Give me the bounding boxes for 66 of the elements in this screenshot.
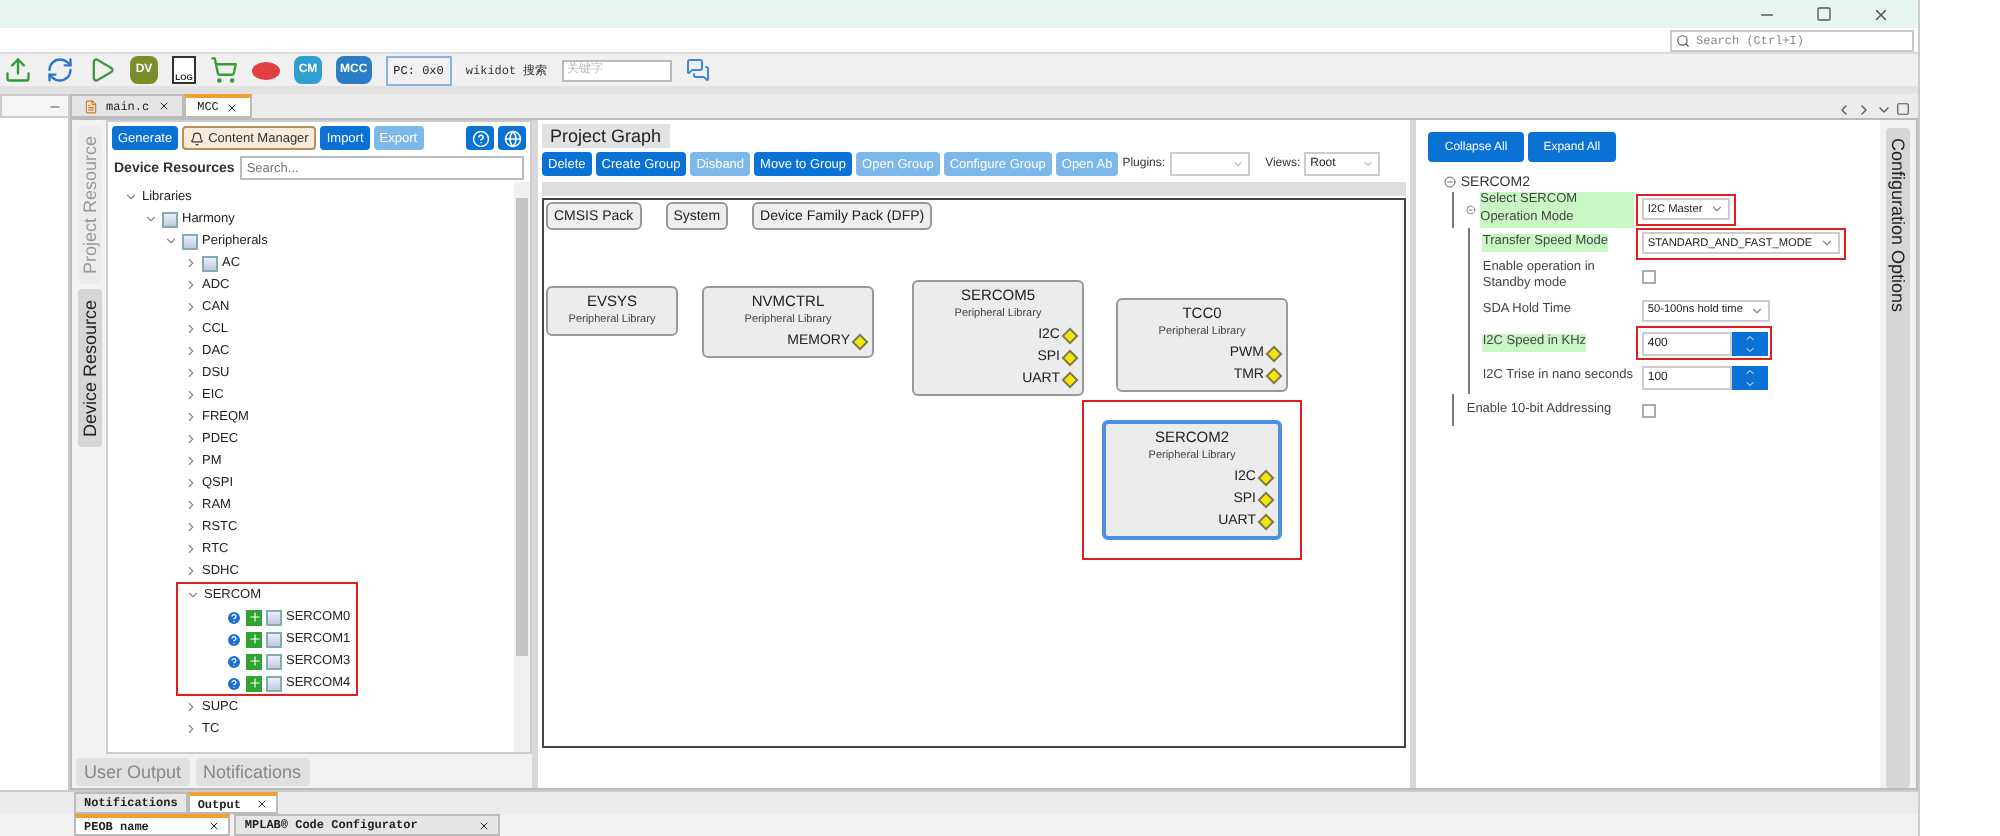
expanded-icon[interactable]: [186, 588, 200, 602]
expanded-icon[interactable]: [124, 190, 138, 204]
close-icon: [1872, 5, 1890, 23]
scroll-left-icon: [1836, 102, 1852, 118]
add-icon[interactable]: [246, 609, 262, 625]
collapsed-icon[interactable]: [184, 300, 198, 314]
help-button[interactable]: [466, 126, 494, 150]
collapse-icon[interactable]: [1466, 203, 1477, 216]
collapsed-icon[interactable]: [184, 542, 198, 556]
close-icon[interactable]: [226, 101, 239, 113]
collapsed-icon[interactable]: [184, 388, 198, 402]
collapsed-icon[interactable]: [184, 322, 198, 336]
close-icon[interactable]: [157, 100, 170, 112]
checkbox[interactable]: [1641, 403, 1656, 418]
scrollbar[interactable]: [542, 182, 1407, 196]
collapsed-icon[interactable]: [184, 410, 198, 424]
collapsed-icon[interactable]: [184, 564, 198, 578]
collapse-icon[interactable]: [1444, 176, 1457, 188]
add-icon[interactable]: [246, 631, 262, 647]
caret-icon: [1710, 202, 1725, 217]
port-icon[interactable]: [851, 332, 869, 350]
caret-icon: [1750, 303, 1765, 318]
upload-icon[interactable]: [4, 56, 32, 84]
globe-button[interactable]: [498, 126, 526, 150]
search-icon: [1676, 33, 1690, 47]
collapsed-icon[interactable]: [184, 256, 198, 270]
help-icon[interactable]: [226, 653, 242, 669]
panel-title[interactable]: Project Graph: [542, 124, 670, 148]
collapsed-icon[interactable]: [184, 344, 198, 358]
collapsed-icon[interactable]: [184, 722, 198, 736]
help-icon[interactable]: [226, 631, 242, 647]
expanded-icon[interactable]: [144, 212, 158, 226]
maximize-icon: [1896, 102, 1910, 116]
caret-icon: [1820, 236, 1835, 251]
maximize-icon: [1816, 6, 1832, 22]
checkbox[interactable]: [1641, 269, 1656, 284]
side-tab[interactable]: Configuration Options: [1886, 128, 1911, 788]
caret-icon: [1231, 158, 1244, 170]
file-icon: [84, 99, 98, 113]
collapsed-icon[interactable]: [184, 366, 198, 380]
cart-icon[interactable]: [210, 56, 238, 84]
refresh-icon[interactable]: [46, 56, 74, 84]
collapsed-icon[interactable]: [184, 700, 198, 714]
collapsed-icon[interactable]: [184, 476, 198, 490]
help-icon[interactable]: [226, 609, 242, 625]
close-icon[interactable]: [256, 798, 269, 810]
close-icon[interactable]: [208, 820, 221, 832]
chat-icon[interactable]: [685, 58, 710, 82]
dropdown-icon: [1876, 102, 1892, 118]
collapsed-icon[interactable]: [184, 454, 198, 468]
play-icon[interactable]: [88, 56, 116, 84]
add-icon[interactable]: [246, 653, 262, 669]
scroll-right-icon: [1856, 102, 1872, 118]
caret-icon: [1362, 158, 1375, 170]
oval-icon[interactable]: [252, 61, 280, 79]
help-icon[interactable]: [226, 675, 242, 691]
bell-icon: [190, 131, 205, 145]
expanded-icon[interactable]: [164, 234, 178, 248]
scrollbar[interactable]: [514, 182, 530, 752]
collapsed-icon[interactable]: [184, 278, 198, 292]
close-icon[interactable]: [477, 819, 490, 831]
side-tab[interactable]: Device Resource: [77, 290, 101, 448]
collapsed-icon[interactable]: [184, 520, 198, 534]
add-icon[interactable]: [246, 675, 262, 691]
collapsed-icon[interactable]: [184, 498, 198, 512]
collapsed-icon[interactable]: [184, 432, 198, 446]
